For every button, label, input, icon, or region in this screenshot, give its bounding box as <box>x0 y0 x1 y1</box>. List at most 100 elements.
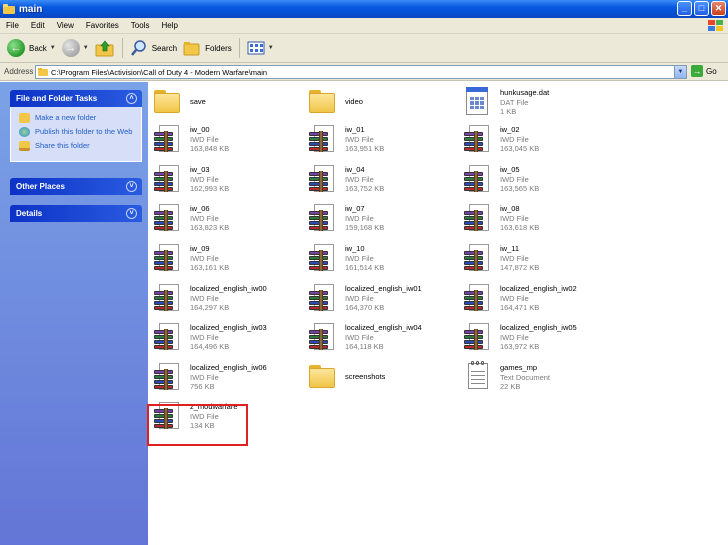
search-button[interactable]: Search <box>127 36 180 60</box>
file-item[interactable]: localized_english_iw03 IWD File 164,496 KB <box>152 321 302 357</box>
file-size: 163,752 KB <box>345 184 385 193</box>
menu-file[interactable]: File <box>0 21 25 30</box>
menu-favorites[interactable]: Favorites <box>80 21 125 30</box>
file-item[interactable]: localized_english_iw01 IWD File 164,370 KB <box>307 282 457 318</box>
minimize-button[interactable]: _ <box>677 1 692 16</box>
close-button[interactable]: ✕ <box>711 1 726 16</box>
file-name: save <box>190 97 206 106</box>
file-name: iw_11 <box>500 244 520 253</box>
panel-header[interactable]: File and Folder Tasks ˄ <box>10 90 142 107</box>
task-publish-to-web[interactable]: Publish this folder to the Web <box>19 127 135 137</box>
window-title: main <box>19 3 43 15</box>
file-item[interactable]: iw_04 IWD File 163,752 KB <box>307 163 457 199</box>
file-meta: localized_english_iw06 IWD File 756 KB <box>190 363 267 392</box>
file-meta: iw_11 IWD File 147,872 KB <box>500 244 539 273</box>
task-share-folder[interactable]: Share this folder <box>19 141 135 151</box>
file-item[interactable]: games_mp Text Document 22 KB <box>462 361 612 397</box>
chevron-down-icon[interactable]: ▼ <box>268 45 274 51</box>
up-folder-button[interactable] <box>92 36 118 60</box>
folder-item[interactable]: video <box>307 86 457 122</box>
panel-title: File and Folder Tasks <box>16 94 98 103</box>
menu-tools[interactable]: Tools <box>125 21 156 30</box>
file-type: IWD File <box>190 134 219 144</box>
file-name: iw_05 <box>500 165 520 174</box>
archive-file-icon <box>307 202 337 234</box>
task-label: Publish this folder to the Web <box>35 127 133 136</box>
file-name: iw_03 <box>190 165 210 174</box>
expand-icon[interactable]: ˅ <box>126 208 137 219</box>
file-meta: video <box>345 97 363 107</box>
title-bar[interactable]: main _ □ ✕ <box>0 0 728 18</box>
file-item[interactable]: iw_02 IWD File 163,045 KB <box>462 123 612 159</box>
menu-help[interactable]: Help <box>155 21 183 30</box>
panel-header[interactable]: Details ˅ <box>10 205 142 222</box>
file-item[interactable]: iw_09 IWD File 163,161 KB <box>152 242 302 278</box>
folders-button[interactable]: Folders <box>180 36 235 60</box>
file-type: IWD File <box>190 332 219 342</box>
file-type: IWD File <box>345 332 374 342</box>
file-folder-tasks-panel: File and Folder Tasks ˄ Make a new folde… <box>10 90 142 162</box>
new-folder-icon <box>19 113 30 123</box>
file-meta: localized_english_iw01 IWD File 164,370 KB <box>345 284 422 313</box>
file-item[interactable]: iw_00 IWD File 163,848 KB <box>152 123 302 159</box>
file-item[interactable]: iw_11 IWD File 147,872 KB <box>462 242 612 278</box>
collapse-icon[interactable]: ˄ <box>126 93 137 104</box>
go-button[interactable]: → Go <box>691 65 717 77</box>
file-type: IWD File <box>190 174 219 184</box>
file-name: iw_04 <box>345 165 365 174</box>
file-item[interactable]: iw_06 IWD File 163,823 KB <box>152 202 302 238</box>
menu-edit[interactable]: Edit <box>25 21 51 30</box>
chevron-down-icon[interactable]: ▼ <box>83 45 89 51</box>
file-meta: hunkusage.dat DAT File 1 KB <box>500 88 549 117</box>
folder-item[interactable]: screenshots <box>307 361 457 397</box>
archive-file-icon <box>307 282 337 314</box>
file-meta: localized_english_iw03 IWD File 164,496 KB <box>190 323 267 352</box>
file-item[interactable]: iw_10 IWD File 161,514 KB <box>307 242 457 278</box>
menu-view[interactable]: View <box>51 21 80 30</box>
file-item[interactable]: localized_english_iw05 IWD File 163,972 KB <box>462 321 612 357</box>
archive-file-icon <box>462 202 492 234</box>
file-size: 163,618 KB <box>500 223 540 232</box>
folder-item[interactable]: save <box>152 86 302 122</box>
panel-header[interactable]: Other Places ˅ <box>10 178 142 195</box>
file-item[interactable]: hunkusage.dat DAT File 1 KB <box>462 86 612 122</box>
file-size: 159,168 KB <box>345 223 385 232</box>
address-input[interactable]: C:\Program Files\Activision\Call of Duty… <box>35 65 687 79</box>
panel-title: Details <box>16 209 43 218</box>
archive-file-icon <box>152 202 182 234</box>
file-item[interactable]: localized_english_iw02 IWD File 164,471 KB <box>462 282 612 318</box>
file-size: 147,872 KB <box>500 263 540 272</box>
file-item[interactable]: iw_01 IWD File 163,951 KB <box>307 123 457 159</box>
file-item[interactable]: localized_english_iw04 IWD File 164,118 KB <box>307 321 457 357</box>
file-meta: iw_08 IWD File 163,618 KB <box>500 204 539 233</box>
globe-icon <box>19 127 30 137</box>
archive-file-icon <box>462 123 492 155</box>
maximize-button[interactable]: □ <box>694 1 709 16</box>
forward-button[interactable]: → ▼ <box>59 36 92 60</box>
back-button[interactable]: ← Back ▼ <box>4 36 59 60</box>
file-size: 163,972 KB <box>500 342 540 351</box>
task-make-new-folder[interactable]: Make a new folder <box>19 113 135 123</box>
file-item[interactable]: localized_english_iw00 IWD File 164,297 KB <box>152 282 302 318</box>
file-item[interactable]: iw_07 IWD File 159,168 KB <box>307 202 457 238</box>
file-type: IWD File <box>345 293 374 303</box>
file-item[interactable]: iw_08 IWD File 163,618 KB <box>462 202 612 238</box>
file-name: localized_english_iw05 <box>500 323 577 332</box>
go-arrow-icon: → <box>691 65 703 77</box>
file-item[interactable]: localized_english_iw06 IWD File 756 KB <box>152 361 302 397</box>
file-item[interactable]: iw_05 IWD File 163,565 KB <box>462 163 612 199</box>
file-meta: iw_02 IWD File 163,045 KB <box>500 125 539 154</box>
file-name: iw_06 <box>190 204 210 213</box>
expand-icon[interactable]: ˅ <box>126 181 137 192</box>
toolbar: ← Back ▼ → ▼ Search Folders ▼ <box>0 34 728 63</box>
chevron-down-icon[interactable]: ▼ <box>674 66 686 78</box>
file-type: IWD File <box>190 213 219 223</box>
file-name: localized_english_iw06 <box>190 363 267 372</box>
chevron-down-icon[interactable]: ▼ <box>50 45 56 51</box>
file-item[interactable]: iw_03 IWD File 162,993 KB <box>152 163 302 199</box>
archive-file-icon <box>152 242 182 274</box>
file-name: iw_07 <box>345 204 365 213</box>
file-name: video <box>345 97 363 106</box>
views-button[interactable]: ▼ <box>244 36 277 60</box>
back-arrow-icon: ← <box>7 39 25 57</box>
